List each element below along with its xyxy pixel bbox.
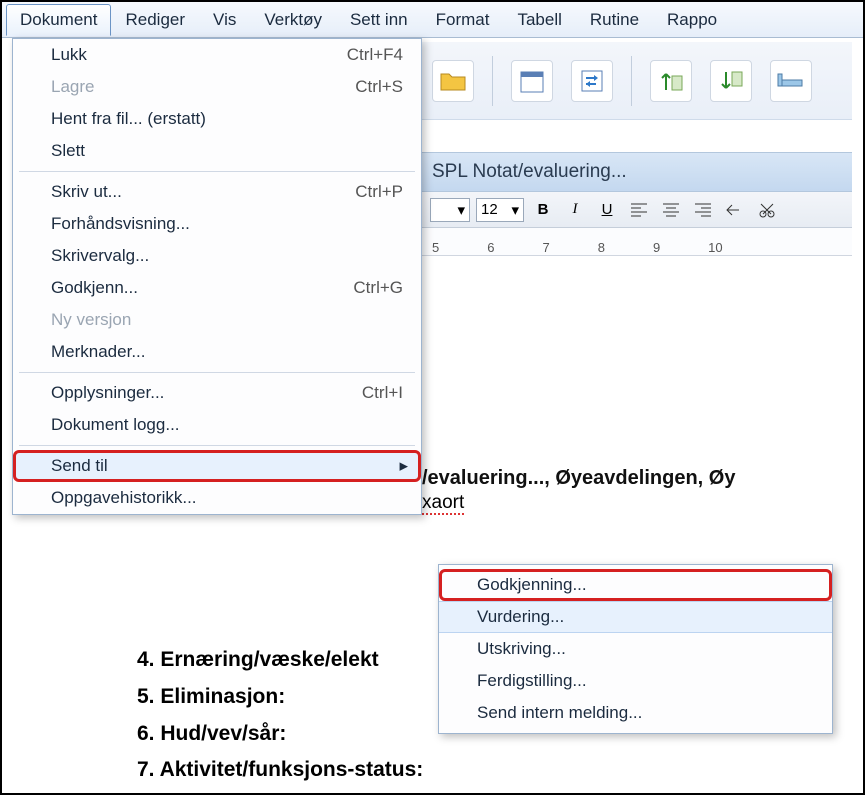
send-til-submenu: Godkjenning... Vurdering... Utskriving..… bbox=[438, 564, 833, 734]
list-item: 4. Ernæring/væske/elekt bbox=[137, 642, 423, 679]
submenu-item-godkjenning[interactable]: Godkjenning... bbox=[439, 569, 832, 601]
undo-button[interactable] bbox=[722, 198, 748, 222]
ruler-mark: 10 bbox=[708, 240, 722, 255]
menu-verktoy[interactable]: Verktøy bbox=[250, 4, 336, 36]
menu-item-ny-versjon: Ny versjon bbox=[13, 304, 421, 336]
list-item: 6. Hud/vev/sår: bbox=[137, 716, 423, 753]
bed-icon[interactable] bbox=[770, 60, 812, 102]
calendar-icon[interactable] bbox=[511, 60, 553, 102]
document-title-band: SPL Notat/evaluering... bbox=[422, 152, 852, 192]
list-item: 5. Eliminasjon: bbox=[137, 679, 423, 716]
chevron-down-icon: ▾ bbox=[457, 201, 465, 219]
menu-separator bbox=[19, 445, 415, 446]
menu-item-skrivervalg[interactable]: Skrivervalg... bbox=[13, 240, 421, 272]
menu-item-hent-fra-fil[interactable]: Hent fra fil... (erstatt) bbox=[13, 103, 421, 135]
menu-item-forhandsvisning[interactable]: Forhåndsvisning... bbox=[13, 208, 421, 240]
toolbar-separator bbox=[492, 56, 493, 106]
menu-item-merknader[interactable]: Merknader... bbox=[13, 336, 421, 368]
menu-item-oppgavehistorikk[interactable]: Oppgavehistorikk... bbox=[13, 482, 421, 514]
main-toolbar bbox=[422, 42, 852, 120]
cut-button[interactable] bbox=[754, 198, 780, 222]
menu-item-opplysninger[interactable]: Opplysninger... Ctrl+I bbox=[13, 377, 421, 409]
shortcut-label: Ctrl+P bbox=[355, 182, 403, 202]
menu-item-lukk[interactable]: Lukk Ctrl+F4 bbox=[13, 39, 421, 71]
menu-item-send-til[interactable]: Send til ▸ bbox=[13, 450, 421, 482]
underline-button[interactable]: U bbox=[594, 198, 620, 222]
sort-down-icon[interactable] bbox=[710, 60, 752, 102]
menu-format[interactable]: Format bbox=[422, 4, 504, 36]
menu-dokument[interactable]: Dokument bbox=[6, 4, 111, 36]
shortcut-label: Ctrl+I bbox=[362, 383, 403, 403]
menu-item-dokument-logg[interactable]: Dokument logg... bbox=[13, 409, 421, 441]
font-name-field[interactable]: ▾ bbox=[430, 198, 470, 222]
ruler-mark: 5 bbox=[432, 240, 439, 255]
transfer-icon[interactable] bbox=[571, 60, 613, 102]
list-item: 7. Aktivitet/funksjons-status: bbox=[137, 752, 423, 789]
align-center-button[interactable] bbox=[658, 198, 684, 222]
align-right-button[interactable] bbox=[690, 198, 716, 222]
submenu-arrow-icon: ▸ bbox=[399, 456, 408, 476]
ruler-mark: 7 bbox=[542, 240, 549, 255]
menu-separator bbox=[19, 372, 415, 373]
ruler-mark: 8 bbox=[598, 240, 605, 255]
bold-button[interactable]: B bbox=[530, 198, 556, 222]
document-content: /evaluering..., Øyeavdelingen, Øy bbox=[422, 462, 852, 494]
toolbar-separator bbox=[631, 56, 632, 106]
shortcut-label: Ctrl+F4 bbox=[347, 45, 403, 65]
dokument-menu-dropdown: Lukk Ctrl+F4 Lagre Ctrl+S Hent fra fil..… bbox=[12, 38, 422, 515]
menu-settinn[interactable]: Sett inn bbox=[336, 4, 422, 36]
menubar: Dokument Rediger Vis Verktøy Sett inn Fo… bbox=[2, 2, 863, 38]
menu-rutine[interactable]: Rutine bbox=[576, 4, 653, 36]
chevron-down-icon: ▾ bbox=[511, 201, 519, 219]
submenu-item-utskriving[interactable]: Utskriving... bbox=[439, 633, 832, 665]
menu-item-skriv-ut[interactable]: Skriv ut... Ctrl+P bbox=[13, 176, 421, 208]
menu-item-lagre: Lagre Ctrl+S bbox=[13, 71, 421, 103]
doc-text: xaort bbox=[422, 492, 464, 514]
folder-icon[interactable] bbox=[432, 60, 474, 102]
menu-separator bbox=[19, 171, 415, 172]
menu-item-slett[interactable]: Slett bbox=[13, 135, 421, 167]
submenu-item-ferdigstilling[interactable]: Ferdigstilling... bbox=[439, 665, 832, 697]
menu-item-godkjenn[interactable]: Godkjenn... Ctrl+G bbox=[13, 272, 421, 304]
ruler-mark: 6 bbox=[487, 240, 494, 255]
font-size-field[interactable]: 12 ▾ bbox=[476, 198, 524, 222]
menu-tabell[interactable]: Tabell bbox=[503, 4, 575, 36]
ruler-mark: 9 bbox=[653, 240, 660, 255]
document-title: SPL Notat/evaluering... bbox=[432, 161, 627, 183]
shortcut-label: Ctrl+S bbox=[355, 77, 403, 97]
menu-rapporter[interactable]: Rappo bbox=[653, 4, 731, 36]
menu-vis[interactable]: Vis bbox=[199, 4, 250, 36]
shortcut-label: Ctrl+G bbox=[353, 278, 403, 298]
format-toolbar: ▾ 12 ▾ B I U bbox=[422, 192, 852, 228]
submenu-item-send-intern-melding[interactable]: Send intern melding... bbox=[439, 697, 832, 729]
italic-button[interactable]: I bbox=[562, 198, 588, 222]
document-list: 4. Ernæring/væske/elekt 5. Eliminasjon: … bbox=[137, 642, 423, 789]
doc-text: /evaluering..., Øyeavdelingen, Øy bbox=[422, 467, 735, 489]
menu-rediger[interactable]: Rediger bbox=[111, 4, 199, 36]
sort-up-icon[interactable] bbox=[650, 60, 692, 102]
align-left-button[interactable] bbox=[626, 198, 652, 222]
submenu-item-vurdering[interactable]: Vurdering... bbox=[439, 601, 832, 633]
ruler: 5 6 7 8 9 10 bbox=[422, 228, 852, 256]
